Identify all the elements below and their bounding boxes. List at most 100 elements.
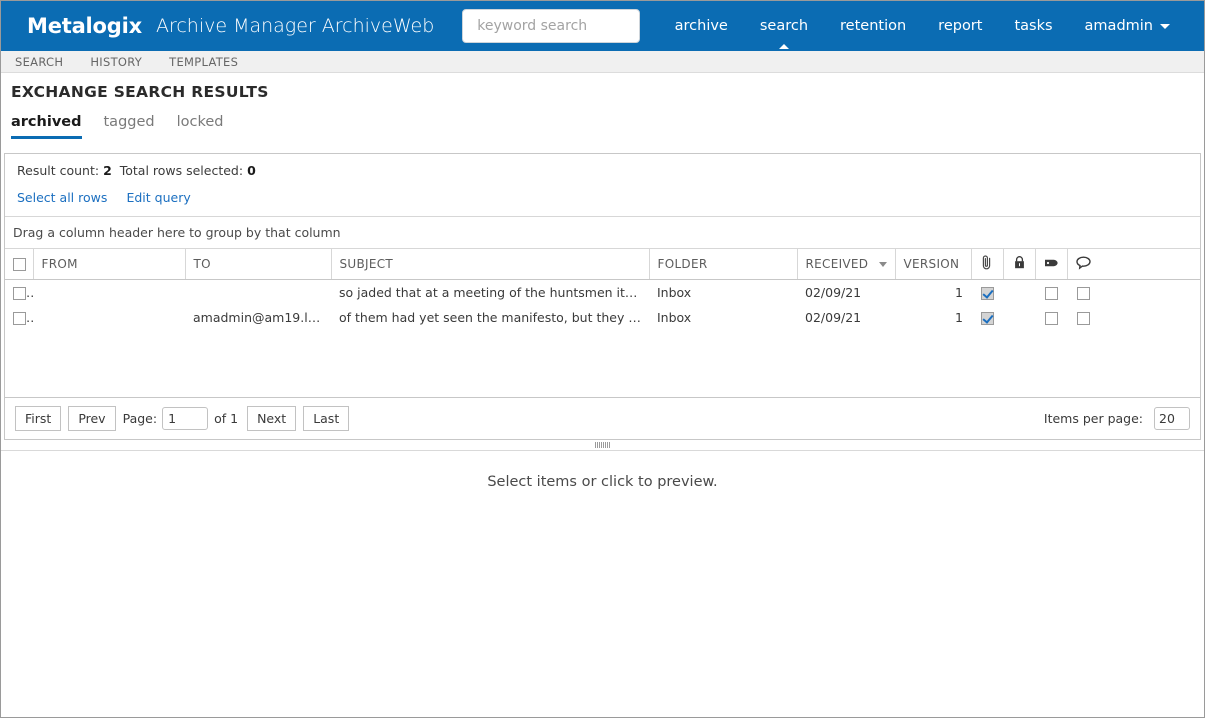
column-header-tag[interactable] xyxy=(1035,249,1068,280)
tag-checkbox xyxy=(1044,312,1058,325)
page-total-label: of 1 xyxy=(214,411,239,426)
column-header-version[interactable]: VERSION xyxy=(895,249,972,280)
cell-locked xyxy=(1003,305,1035,330)
cell-attachment xyxy=(971,305,1003,330)
column-header-spacer xyxy=(1099,249,1200,280)
cell-spacer xyxy=(1099,305,1200,330)
cell-spacer xyxy=(1099,280,1200,305)
preview-placeholder-text: Select items or click to preview. xyxy=(487,474,718,490)
row-select-cell[interactable] xyxy=(5,305,33,330)
results-grid-rows: so jaded that at a meeting of the huntsm… xyxy=(5,280,1200,330)
next-page-button[interactable]: Next xyxy=(247,406,297,431)
nav-item-archive[interactable]: archive xyxy=(659,1,744,51)
items-per-page-input[interactable] xyxy=(1154,407,1190,430)
cell-attachment xyxy=(971,280,1003,305)
nav-item-retention[interactable]: retention xyxy=(824,1,922,51)
preview-pane: Select items or click to preview. xyxy=(1,451,1204,490)
search-input[interactable] xyxy=(475,17,628,35)
cell-comment xyxy=(1067,280,1099,305)
subnav-item-history[interactable]: HISTORY xyxy=(90,55,142,69)
nav-item-report[interactable]: report xyxy=(922,1,998,51)
column-header-to-label: TO xyxy=(193,257,211,271)
secondary-nav: SEARCH HISTORY TEMPLATES xyxy=(1,51,1204,73)
column-header-from-label: FROM xyxy=(41,257,78,271)
column-header-from[interactable]: FROM xyxy=(33,249,186,280)
results-actions: Select all rows Edit query xyxy=(17,187,1200,206)
rows-selected-value: 0 xyxy=(247,163,256,178)
cell-received: 02/09/21 xyxy=(805,310,862,325)
user-menu[interactable]: amadmin xyxy=(1069,1,1186,51)
results-grid-header: FROM TO SUBJECT FOLDER RECEIVED VERSION xyxy=(5,249,1200,280)
cell-folder: Inbox xyxy=(657,310,692,325)
last-page-button[interactable]: Last xyxy=(303,406,350,431)
cell-comment xyxy=(1067,305,1099,330)
grid-header-row: FROM TO SUBJECT FOLDER RECEIVED VERSION xyxy=(5,249,1200,280)
comment-checkbox xyxy=(1076,312,1090,325)
result-count-value: 2 xyxy=(103,163,112,178)
comment-icon xyxy=(1076,255,1091,270)
table-row[interactable]: so jaded that at a meeting of the huntsm… xyxy=(5,280,1200,305)
tab-archived[interactable]: archived xyxy=(11,114,82,139)
cell-locked xyxy=(1003,280,1035,305)
column-header-select-all[interactable] xyxy=(5,249,34,280)
results-panel: Result count: 2 Total rows selected: 0 S… xyxy=(4,153,1201,440)
select-all-rows-link[interactable]: Select all rows xyxy=(17,190,107,205)
rows-selected-label: Total rows selected: xyxy=(119,163,244,178)
tab-tagged[interactable]: tagged xyxy=(104,114,155,139)
keyword-search-box[interactable] xyxy=(462,9,641,43)
column-header-folder-label: FOLDER xyxy=(657,257,708,271)
paperclip-icon xyxy=(982,255,991,270)
top-header-bar: Metalogix Archive Manager ArchiveWeb arc… xyxy=(1,1,1204,51)
cell-folder: Inbox xyxy=(657,285,692,300)
subnav-item-search[interactable]: SEARCH xyxy=(15,55,63,69)
column-header-comment[interactable] xyxy=(1067,249,1099,280)
results-grid-body: so jaded that at a meeting of the huntsm… xyxy=(5,280,1200,398)
cell-from xyxy=(33,305,185,330)
items-per-page-group: Items per page: xyxy=(1044,407,1190,430)
cell-to: amadmin@am19.local xyxy=(193,310,331,325)
column-header-version-label: VERSION xyxy=(903,257,960,271)
row-select-checkbox[interactable] xyxy=(13,287,26,300)
nav-item-tasks-label: tasks xyxy=(1014,18,1053,34)
row-select-cell[interactable] xyxy=(5,280,33,305)
grid-pager: First Prev Page: of 1 Next Last Items pe… xyxy=(5,398,1200,440)
subnav-item-templates[interactable]: TEMPLATES xyxy=(169,55,238,69)
nav-item-archive-label: archive xyxy=(674,18,728,34)
page-label: Page: xyxy=(122,411,158,426)
edit-query-link[interactable]: Edit query xyxy=(126,190,190,205)
brand-logo: Metalogix xyxy=(27,14,142,38)
prev-page-button[interactable]: Prev xyxy=(68,406,116,431)
nav-item-retention-label: retention xyxy=(840,18,907,34)
cell-version: 1 xyxy=(955,285,963,300)
nav-item-tasks[interactable]: tasks xyxy=(998,1,1068,51)
app-window: Metalogix Archive Manager ArchiveWeb arc… xyxy=(0,0,1205,718)
column-header-locked[interactable] xyxy=(1003,249,1036,280)
column-header-to[interactable]: TO xyxy=(185,249,332,280)
first-page-button[interactable]: First xyxy=(15,406,62,431)
column-header-received[interactable]: RECEIVED xyxy=(797,249,896,280)
select-all-checkbox[interactable] xyxy=(13,258,26,271)
column-header-attachment[interactable] xyxy=(971,249,1004,280)
column-header-folder[interactable]: FOLDER xyxy=(649,249,798,280)
attachment-checkbox xyxy=(980,287,994,300)
group-by-dropzone[interactable]: Drag a column header here to group by th… xyxy=(5,217,1200,249)
cell-from xyxy=(33,280,185,305)
result-counts: Result count: 2 Total rows selected: 0 xyxy=(17,163,1200,178)
page-number-input[interactable] xyxy=(162,407,209,430)
app-title: Archive Manager ArchiveWeb xyxy=(155,15,435,37)
cell-version: 1 xyxy=(955,310,963,325)
nav-item-search[interactable]: search xyxy=(744,1,824,51)
column-header-received-label: RECEIVED xyxy=(805,257,869,271)
user-menu-label: amadmin xyxy=(1084,18,1153,34)
cell-tag xyxy=(1035,305,1067,330)
result-count-label: Result count: xyxy=(17,163,100,178)
cell-to xyxy=(185,280,331,305)
lock-icon xyxy=(1014,256,1024,269)
column-header-subject[interactable]: SUBJECT xyxy=(331,249,650,280)
preview-splitter[interactable] xyxy=(1,440,1204,451)
comment-checkbox xyxy=(1076,287,1090,300)
row-select-checkbox[interactable] xyxy=(13,312,26,325)
table-row[interactable]: amadmin@am19.local of them had yet seen … xyxy=(5,305,1200,330)
sort-descending-icon[interactable] xyxy=(878,262,887,267)
tab-locked[interactable]: locked xyxy=(177,114,224,139)
